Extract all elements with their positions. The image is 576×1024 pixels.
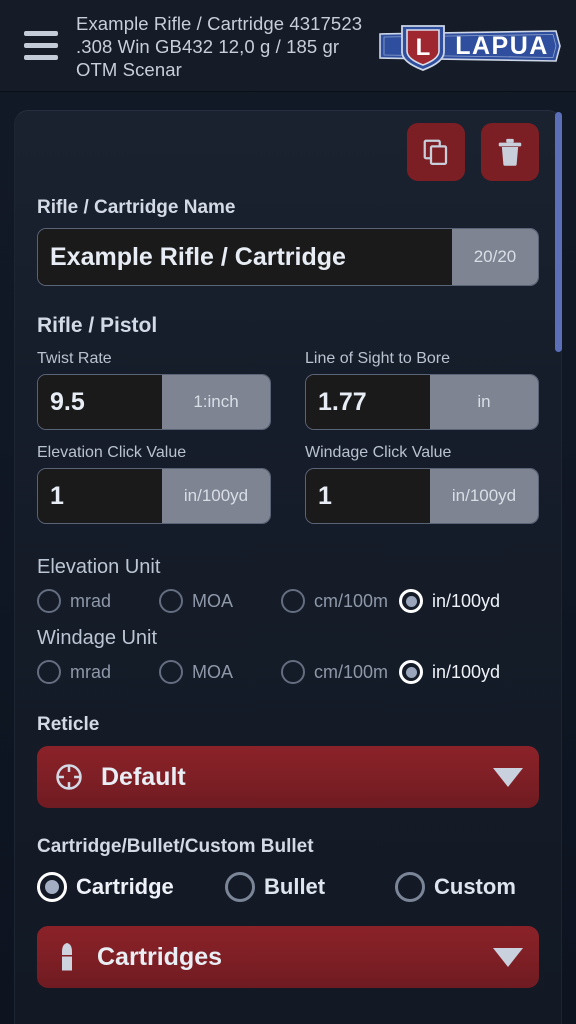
chevron-down-icon[interactable] (493, 767, 523, 787)
twist-rate-label: Twist Rate (37, 350, 112, 367)
radio-icon-selected (399, 660, 423, 684)
windage-click-field[interactable]: 1 in/100yd (305, 468, 539, 524)
cartridges-section: Cartridges (37, 926, 539, 988)
rifle-cartridge-name-group: Rifle / Cartridge Name Example Rifle / C… (37, 197, 539, 286)
vertical-scrollbar[interactable] (555, 112, 562, 352)
source-type-option-label: Bullet (264, 874, 326, 899)
windage-unit-option-label: cm/100m (314, 661, 389, 682)
windage-unit-options: mrad MOA cm/100m in/100yd (37, 660, 539, 684)
crosshair-icon (53, 761, 85, 793)
elevation-click-unit: in/100yd (162, 469, 270, 523)
reticle-dropdown[interactable]: Default (37, 746, 539, 808)
windage-click-group: Windage Click Value 1 in/100yd (305, 444, 539, 524)
svg-text:L: L (416, 34, 431, 61)
windage-unit-option-in100yd[interactable]: in/100yd (399, 660, 500, 684)
delete-button[interactable] (481, 123, 539, 181)
windage-unit-heading: Windage Unit (37, 627, 158, 649)
elevation-unit-section: Elevation Unit mrad MOA cm/100m in/100yd (37, 556, 539, 613)
rifle-cartridge-name-input[interactable]: Example Rifle / Cartridge (38, 229, 452, 285)
line-of-sight-label: Line of Sight to Bore (305, 350, 450, 367)
elevation-click-input[interactable]: 1 (38, 469, 162, 523)
windage-click-input[interactable]: 1 (306, 469, 430, 523)
elevation-unit-option-label: cm/100m (314, 590, 389, 611)
elevation-unit-option-mrad[interactable]: mrad (37, 589, 159, 613)
elevation-click-field[interactable]: 1 in/100yd (37, 468, 271, 524)
radio-icon-selected (399, 589, 423, 613)
line-of-sight-field[interactable]: 1.77 in (305, 374, 539, 430)
source-type-option-custom[interactable]: Custom (395, 872, 516, 902)
cartridges-value: Cartridges (97, 942, 223, 971)
windage-unit-option-label: MOA (192, 661, 234, 682)
card-toolbar (37, 111, 539, 181)
windage-unit-option-moa[interactable]: MOA (159, 660, 281, 684)
source-type-option-label: Cartridge (76, 874, 174, 899)
windage-click-label: Windage Click Value (305, 444, 452, 461)
elevation-unit-option-label: MOA (192, 590, 234, 611)
radio-icon-selected (37, 872, 67, 902)
elevation-unit-option-in100yd[interactable]: in/100yd (399, 589, 500, 613)
source-type-section: Cartridge/Bullet/Custom Bullet Cartridge… (37, 836, 539, 902)
radio-icon (159, 660, 183, 684)
reticle-label: Reticle (37, 714, 100, 735)
copy-icon (421, 137, 451, 167)
source-type-options: Cartridge Bullet Custom (37, 872, 539, 902)
windage-unit-option-label: mrad (70, 661, 112, 682)
windage-unit-option-label: in/100yd (432, 661, 501, 682)
app-header: Example Rifle / Cartridge 4317523 .308 W… (0, 0, 576, 92)
trash-icon (495, 137, 525, 167)
hamburger-bar (24, 55, 58, 60)
radio-icon (281, 589, 305, 613)
rifle-pistol-section: Rifle / Pistol Twist Rate 9.5 1:inch Lin… (37, 314, 539, 524)
hamburger-bar (24, 43, 58, 48)
elevation-click-group: Elevation Click Value 1 in/100yd (37, 444, 271, 524)
rifle-cartridge-name-field[interactable]: Example Rifle / Cartridge 20/20 (37, 228, 539, 286)
radio-icon (395, 872, 425, 902)
windage-unit-option-cm100m[interactable]: cm/100m (281, 660, 399, 684)
hamburger-icon[interactable] (18, 23, 64, 69)
radio-icon (281, 660, 305, 684)
elevation-unit-heading: Elevation Unit (37, 556, 161, 578)
line-of-sight-input[interactable]: 1.77 (306, 375, 430, 429)
reticle-section: Reticle Default (37, 714, 539, 808)
cartridge-icon (53, 942, 81, 972)
rifle-cartridge-name-label: Rifle / Cartridge Name (37, 197, 236, 218)
windage-unit-option-mrad[interactable]: mrad (37, 660, 159, 684)
page-title: Example Rifle / Cartridge 4317523 .308 W… (76, 13, 363, 80)
source-type-option-cartridge[interactable]: Cartridge (37, 872, 225, 902)
radio-icon (37, 589, 61, 613)
radio-icon (37, 660, 61, 684)
rifle-pistol-heading: Rifle / Pistol (37, 314, 158, 337)
elevation-unit-option-moa[interactable]: MOA (159, 589, 281, 613)
character-counter: 20/20 (452, 229, 538, 285)
chevron-down-icon[interactable] (493, 947, 523, 967)
elevation-unit-option-label: mrad (70, 590, 112, 611)
radio-icon (159, 589, 183, 613)
twist-rate-group: Twist Rate 9.5 1:inch (37, 350, 271, 430)
twist-rate-unit: 1:inch (162, 375, 270, 429)
source-type-option-label: Custom (434, 874, 516, 899)
hamburger-bar (24, 31, 58, 36)
duplicate-button[interactable] (407, 123, 465, 181)
radio-icon (225, 872, 255, 902)
elevation-unit-option-label: in/100yd (432, 590, 501, 611)
elevation-click-label: Elevation Click Value (37, 444, 187, 461)
cartridges-dropdown[interactable]: Cartridges (37, 926, 539, 988)
line-of-sight-unit: in (430, 375, 538, 429)
svg-text:LAPUA: LAPUA (455, 32, 549, 60)
lapua-logo: L LAPUA (374, 18, 562, 74)
reticle-value: Default (101, 762, 186, 791)
line-of-sight-group: Line of Sight to Bore 1.77 in (305, 350, 539, 430)
twist-rate-input[interactable]: 9.5 (38, 375, 162, 429)
elevation-unit-options: mrad MOA cm/100m in/100yd (37, 589, 539, 613)
source-type-heading: Cartridge/Bullet/Custom Bullet (37, 836, 314, 857)
elevation-unit-option-cm100m[interactable]: cm/100m (281, 589, 399, 613)
windage-unit-section: Windage Unit mrad MOA cm/100m in/100yd (37, 627, 539, 684)
twist-rate-field[interactable]: 9.5 1:inch (37, 374, 271, 430)
app-root: Example Rifle / Cartridge 4317523 .308 W… (0, 0, 576, 1024)
source-type-option-bullet[interactable]: Bullet (225, 872, 395, 902)
settings-card: Rifle / Cartridge Name Example Rifle / C… (14, 110, 562, 1024)
windage-click-unit: in/100yd (430, 469, 538, 523)
